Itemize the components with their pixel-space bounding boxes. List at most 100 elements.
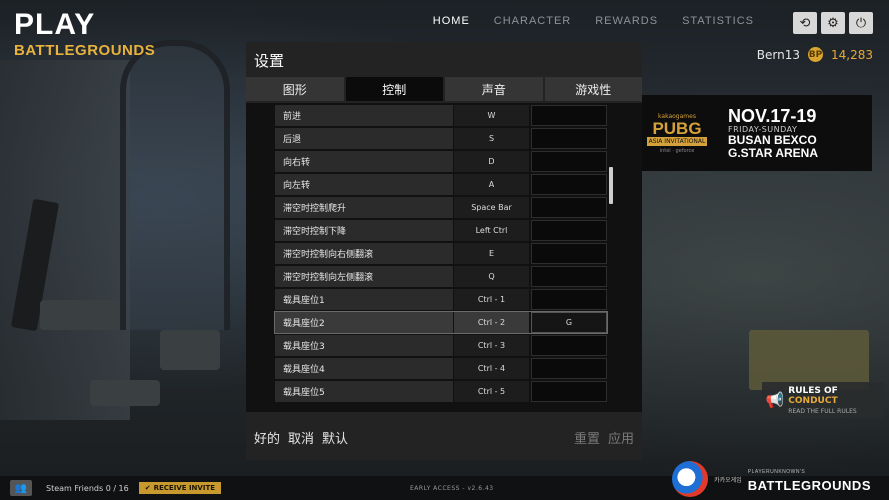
keybind-row[interactable]: 滞空时控制向右侧翻滚 E (275, 243, 607, 264)
default-button[interactable]: 默认 (322, 428, 348, 447)
primary-key-binding[interactable]: Ctrl - 3 (454, 335, 529, 356)
keybind-action-label: 滞空时控制向右侧翻滚 (275, 243, 453, 264)
gear-icon[interactable]: ⚙ (821, 12, 845, 34)
scrollbar-thumb[interactable] (609, 167, 613, 204)
rules-text: RULES OF CONDUCT READ THE FULL RULES (788, 386, 884, 415)
nav-character[interactable]: CHARACTER (482, 15, 583, 27)
keybind-row[interactable]: 向左转 A (275, 174, 607, 195)
banner-invitational-text: ASIA INVITATIONAL (646, 136, 708, 146)
steam-friends-count[interactable]: Steam Friends 0 / 16 (46, 484, 129, 493)
primary-key-binding[interactable]: Ctrl - 5 (454, 381, 529, 402)
check-icon: ✔ (144, 484, 151, 492)
secondary-key-binding[interactable] (531, 220, 607, 241)
settings-title: 设置 (254, 52, 285, 70)
keybind-action-label: 载具座位3 (275, 335, 453, 356)
background-wall (0, 60, 130, 420)
nav-home[interactable]: HOME (421, 15, 482, 27)
primary-key-binding[interactable]: S (454, 128, 529, 149)
secondary-key-binding[interactable] (531, 358, 607, 379)
nav-rewards[interactable]: REWARDS (583, 15, 670, 27)
background-rock (90, 380, 160, 406)
secondary-key-binding[interactable] (531, 174, 607, 195)
banner-sponsors: intel · geforce (659, 147, 695, 154)
primary-key-binding[interactable]: D (454, 151, 529, 172)
receive-invite-button[interactable]: ✔ RECEIVE INVITE (138, 482, 221, 494)
rules-title-b: CONDUCT (788, 395, 838, 406)
keybind-action-label: 向右转 (275, 151, 453, 172)
bp-balance: 14,283 (831, 47, 873, 62)
kakaogames-logo-icon (672, 461, 709, 497)
bp-coin-icon: BP (808, 47, 823, 62)
background-rock (40, 300, 120, 330)
cancel-button[interactable]: 取消 (288, 428, 314, 447)
rules-title-a: RULES OF (788, 385, 838, 396)
rules-of-conduct-panel[interactable]: 📢 RULES OF CONDUCT READ THE FULL RULES (762, 382, 884, 418)
keybind-action-label: 前进 (275, 105, 453, 126)
refresh-icon[interactable]: ⟲ (793, 12, 817, 34)
secondary-key-binding[interactable] (531, 381, 607, 402)
primary-key-binding[interactable]: Ctrl - 2 (454, 312, 529, 333)
username[interactable]: Bern13 (757, 48, 800, 62)
primary-key-binding[interactable]: E (454, 243, 529, 264)
banner-pubg-text: PUBG (652, 118, 702, 138)
keybind-row[interactable]: 滞空时控制爬升 Space Bar (275, 197, 607, 218)
tab-controls[interactable]: 控制 (345, 77, 443, 101)
keybind-action-label: 滞空时控制下降 (275, 220, 453, 241)
keybind-action-label: 向左转 (275, 174, 453, 195)
keybind-action-label: 载具座位4 (275, 358, 453, 379)
keybind-row[interactable]: 向右转 D (275, 151, 607, 172)
keybind-rows: 前进 W 后退 S 向右转 D 向左转 A 滞空时控制爬升 Space Bar 滞空时控制下降 Lef… (274, 105, 608, 404)
background-rock (160, 330, 220, 370)
keybind-row[interactable]: 载具座位2 Ctrl - 2G (274, 311, 608, 334)
primary-key-binding[interactable]: Space Bar (454, 197, 529, 218)
event-banner[interactable]: kakaogames PUBG ASIA INVITATIONAL intel … (642, 95, 872, 171)
primary-key-binding[interactable]: Ctrl - 1 (454, 289, 529, 310)
megaphone-icon: 📢 (765, 391, 785, 409)
keybind-row[interactable]: 载具座位1 Ctrl - 1 (275, 289, 607, 310)
keybind-row[interactable]: 载具座位5 Ctrl - 5 (275, 381, 607, 402)
secondary-key-binding[interactable] (531, 105, 607, 126)
secondary-key-binding[interactable] (531, 151, 607, 172)
keybind-action-label: 载具座位5 (275, 381, 453, 402)
nav-statistics[interactable]: STATISTICS (670, 15, 766, 27)
keybind-row[interactable]: 前进 W (275, 105, 607, 126)
brand-logos: 카카오게임 PLAYERUNKNOWN'S BATTLEGROUNDS (672, 461, 871, 497)
banner-date: NOV.17-19 (728, 105, 817, 126)
keybind-row[interactable]: 载具座位4 Ctrl - 4 (275, 358, 607, 379)
primary-key-binding[interactable]: Q (454, 266, 529, 287)
keybind-action-label: 滞空时控制向左侧翻滚 (275, 266, 453, 287)
bottom-bar: 👥 Steam Friends 0 / 16 ✔ RECEIVE INVITE E… (0, 461, 889, 500)
ok-button[interactable]: 好的 (254, 428, 280, 447)
keybind-row[interactable]: 后退 S (275, 128, 607, 149)
tab-gameplay[interactable]: 游戏性 (544, 77, 642, 101)
primary-key-binding[interactable]: Left Ctrl (454, 220, 529, 241)
secondary-key-binding[interactable] (531, 197, 607, 218)
background-crate (749, 330, 869, 390)
battlegrounds-logo-text: BATTLEGROUNDS (747, 478, 871, 493)
primary-key-binding[interactable]: W (454, 105, 529, 126)
friends-icon[interactable]: 👥 (10, 480, 32, 496)
keybind-row[interactable]: 载具座位3 Ctrl - 3 (275, 335, 607, 356)
tab-graphics[interactable]: 图形 (246, 77, 344, 101)
primary-key-binding[interactable]: A (454, 174, 529, 195)
user-info: Bern13 BP 14,283 (757, 47, 873, 62)
tab-sound[interactable]: 声音 (445, 77, 543, 101)
secondary-key-binding[interactable] (531, 266, 607, 287)
secondary-key-binding[interactable]: G (531, 312, 607, 333)
keybind-row[interactable]: 滞空时控制下降 Left Ctrl (275, 220, 607, 241)
secondary-key-binding[interactable] (531, 289, 607, 310)
keybind-row[interactable]: 滞空时控制向左侧翻滚 Q (275, 266, 607, 287)
logo-battlegrounds-text: BATTLEGROUNDS (14, 42, 156, 59)
banner-venue-2: G.STAR ARENA (728, 145, 818, 160)
power-icon[interactable]: ⏻ (849, 12, 873, 34)
primary-key-binding[interactable]: Ctrl - 4 (454, 358, 529, 379)
keybind-list[interactable]: 前进 W 后退 S 向右转 D 向左转 A 滞空时控制爬升 Space Bar 滞空时控制下降 Lef… (246, 103, 642, 412)
keybind-action-label: 后退 (275, 128, 453, 149)
secondary-key-binding[interactable] (531, 335, 607, 356)
banner-text: NOV.17-19 FRIDAY-SUNDAY BUSAN BEXCO G.ST… (728, 107, 818, 160)
reset-button[interactable]: 重置 (574, 428, 600, 447)
secondary-key-binding[interactable] (531, 128, 607, 149)
secondary-key-binding[interactable] (531, 243, 607, 264)
keybind-action-label: 载具座位1 (275, 289, 453, 310)
apply-button[interactable]: 应用 (608, 428, 634, 447)
